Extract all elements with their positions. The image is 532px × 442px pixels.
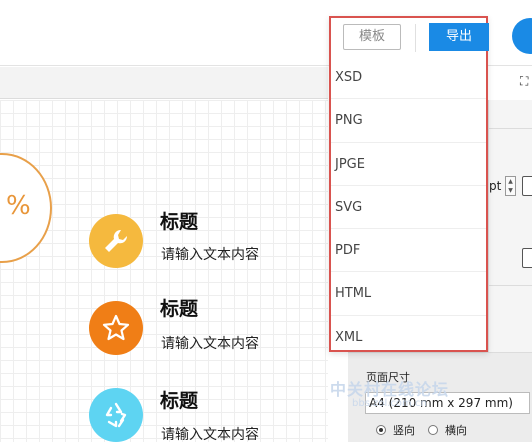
template-button[interactable]: 模板 [343,24,401,50]
portrait-label[interactable]: 竖向 [393,422,415,438]
export-pdf[interactable]: PDF [331,229,486,273]
export-html[interactable]: HTML [331,272,486,316]
export-svg[interactable]: SVG [331,186,486,230]
watermark-logo: 中关村在线论坛 [330,380,450,399]
secondary-toolbar [0,67,328,99]
wrench-icon[interactable] [89,214,143,268]
export-png[interactable]: PNG [331,99,486,143]
recycle-icon[interactable] [89,388,143,442]
color-swatch[interactable] [522,248,532,268]
percent-label: % [6,191,31,221]
export-xsd[interactable]: XSD [331,56,486,100]
export-button[interactable]: 导出 [429,23,489,51]
size-stepper[interactable]: ▲ ▼ [505,176,516,196]
export-jpge[interactable]: JPGE [331,143,486,186]
export-menu: XSD PNG JPGE SVG PDF HTML XML [331,56,486,359]
fullscreen-icon[interactable]: ⛶ [520,74,528,89]
item-text[interactable]: 请输入文本内容 [161,424,259,442]
star-icon[interactable] [89,301,143,355]
portrait-radio[interactable] [376,425,386,435]
export-dropdown: 模板 导出 XSD PNG JPGE SVG PDF HTML XML [329,16,489,352]
item-title[interactable]: 标题 [160,207,198,234]
item-title[interactable]: 标题 [160,294,198,321]
unit-label: pt [489,179,502,193]
item-title[interactable]: 标题 [160,386,198,413]
export-xml[interactable]: XML [331,316,486,359]
toolbar-divider [415,24,416,52]
item-text[interactable]: 请输入文本内容 [161,333,259,353]
app-window: ⛶ % 标题 请输入文本内容 标题 请输入文本内容 标题 请输入文本内容 pt … [0,0,532,442]
landscape-radio[interactable] [428,425,438,435]
landscape-label[interactable]: 横向 [445,422,467,438]
item-text[interactable]: 请输入文本内容 [161,244,259,264]
watermark-url: bbs.zol.com.cn [352,398,427,409]
color-swatch[interactable] [522,176,532,196]
